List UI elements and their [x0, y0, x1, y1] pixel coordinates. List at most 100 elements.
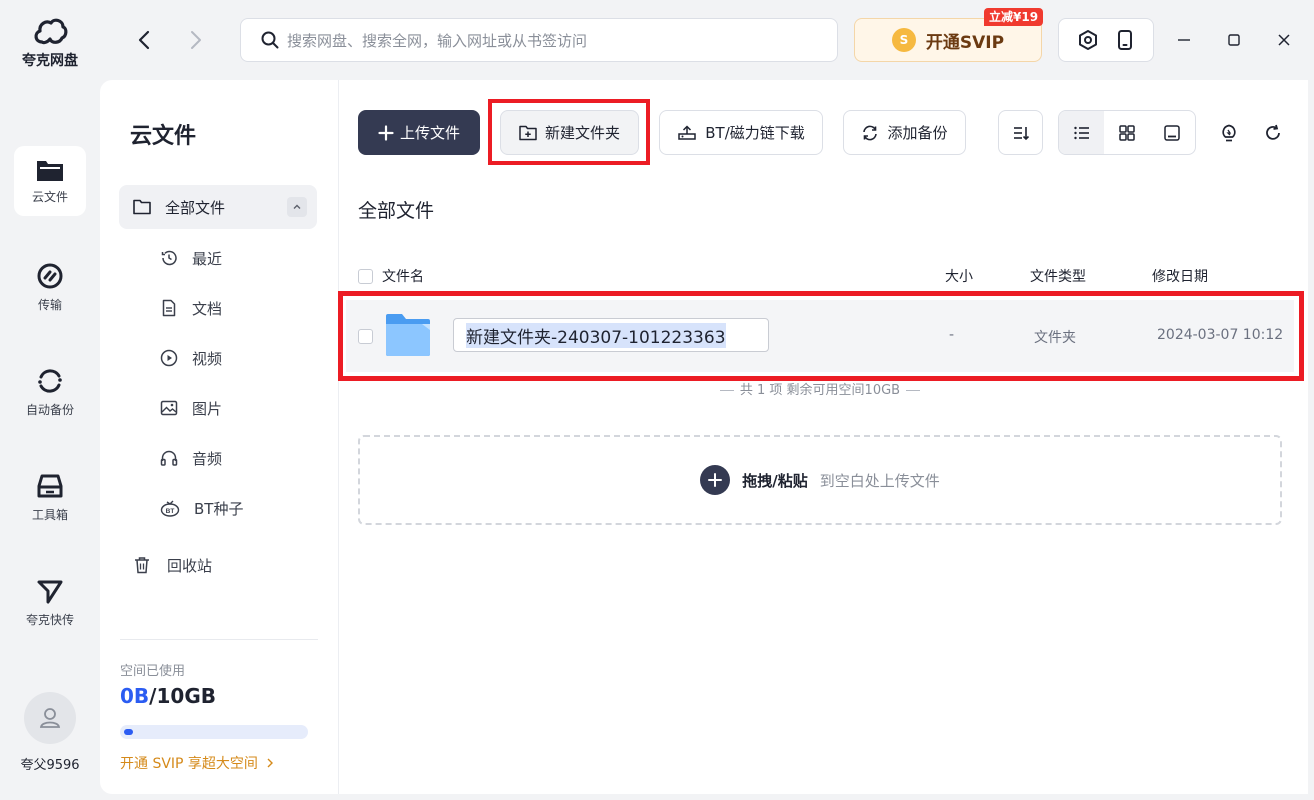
highlight-box-new-row — [338, 291, 1304, 381]
storage-used: 0B — [120, 684, 150, 708]
maximize-button[interactable] — [1222, 28, 1246, 52]
breadcrumb[interactable]: 全部文件 — [358, 196, 434, 223]
search-input[interactable]: 搜索网盘、搜索全网，输入网址或从书签访问 — [240, 18, 838, 62]
dropzone-plus-icon — [700, 465, 731, 495]
maximize-icon — [1228, 34, 1240, 46]
sidebar-item-label: 全部文件 — [165, 198, 226, 217]
sidebar-item-all-files[interactable]: 全部文件 — [119, 185, 317, 229]
rail-item-label: 工具箱 — [31, 507, 68, 522]
sidebar-item-recent[interactable]: 最近 — [160, 246, 222, 270]
sidebar-item-documents[interactable]: 文档 — [160, 296, 222, 320]
upsell-label: 开通 SVIP 享超大空间 — [120, 756, 258, 772]
column-header-size[interactable]: 大小 — [945, 266, 973, 286]
user-icon — [39, 708, 61, 728]
dropzone-hint: 到空白处上传文件 — [819, 471, 940, 490]
sidebar-item-images[interactable]: 图片 — [160, 396, 222, 420]
app-logo: 夸克网盘 — [0, 16, 100, 70]
toolbox-icon — [37, 474, 63, 497]
sidebar-title: 云文件 — [130, 124, 197, 149]
list-view-button[interactable] — [1059, 111, 1105, 154]
sort-icon — [1013, 126, 1029, 140]
rail-item-toolbox[interactable]: 工具箱 — [14, 462, 86, 532]
highlight-box-new-folder — [488, 99, 650, 165]
app-name: 夸克网盘 — [22, 53, 78, 69]
preview-view-button[interactable] — [1150, 111, 1195, 154]
cloud-logo-icon — [34, 18, 68, 45]
search-icon — [261, 31, 279, 49]
storage-progress-track — [120, 725, 308, 739]
svg-text:BT: BT — [166, 508, 175, 515]
document-icon — [162, 299, 176, 317]
rail-item-label: 传输 — [37, 297, 62, 312]
add-backup-label: 添加备份 — [887, 124, 948, 142]
rail-item-label: 夸克快传 — [25, 612, 74, 627]
bt-magnet-download-button[interactable]: BT/磁力链下载 — [659, 110, 823, 155]
phone-icon — [1117, 30, 1132, 50]
sidebar-item-video[interactable]: 视频 — [160, 346, 222, 370]
sidebar-item-label: 回收站 — [167, 556, 213, 575]
minimize-button[interactable] — [1172, 28, 1196, 52]
tips-button[interactable] — [1217, 121, 1241, 145]
sidebar-item-label: 视频 — [192, 349, 223, 368]
refresh-button[interactable] — [1261, 121, 1285, 145]
username[interactable]: 夸父9596 — [0, 754, 100, 773]
gear-icon — [1078, 30, 1097, 50]
quick-send-icon — [37, 580, 63, 603]
grid-view-button[interactable] — [1104, 111, 1149, 154]
rail-item-auto-backup[interactable]: 自动备份 — [14, 357, 86, 427]
upload-dropzone[interactable]: 拖拽/粘贴 到空白处上传文件 — [358, 435, 1282, 525]
mobile-button[interactable] — [1114, 29, 1136, 51]
file-count-summary: 共 1 项 剩余可用空间10GB — [346, 379, 1294, 398]
video-icon — [160, 349, 178, 367]
storage-total: 10GB — [156, 684, 216, 708]
summary-text: 共 1 项 剩余可用空间10GB — [739, 383, 901, 398]
sidebar-item-label: BT种子 — [194, 499, 244, 518]
rail-item-cloud-files[interactable]: 云文件 — [14, 146, 86, 216]
transfer-icon — [37, 263, 63, 288]
add-backup-button[interactable]: 添加备份 — [843, 110, 966, 155]
svip-label: 开通SVIP — [925, 32, 1005, 53]
back-button[interactable] — [133, 28, 157, 52]
refresh-backup-icon — [863, 125, 878, 140]
storage-usage: 0B/10GB — [120, 684, 216, 708]
svip-upsell-link[interactable]: 开通 SVIP 享超大空间 — [120, 753, 276, 773]
select-all-checkbox[interactable] — [358, 269, 373, 284]
sidebar-item-label: 最近 — [192, 249, 223, 268]
close-button[interactable] — [1272, 28, 1296, 52]
close-icon — [1278, 34, 1290, 46]
column-header-modified[interactable]: 修改日期 — [1152, 266, 1208, 286]
sidebar-item-label: 文档 — [192, 299, 223, 318]
summary-dash-right — [906, 390, 921, 391]
column-header-name[interactable]: 文件名 — [382, 266, 424, 286]
auto-backup-icon — [38, 368, 62, 393]
upload-button[interactable]: 上传文件 — [358, 110, 480, 155]
storage-progress-fill — [124, 729, 133, 735]
search-placeholder: 搜索网盘、搜索全网，输入网址或从书签访问 — [287, 31, 588, 50]
lightbulb-icon — [1222, 124, 1236, 142]
sidebar-item-trash[interactable]: 回收站 — [133, 553, 212, 577]
dropzone-title: 拖拽/粘贴 — [742, 471, 808, 490]
column-header-type[interactable]: 文件类型 — [1030, 266, 1086, 286]
rail-item-transfer[interactable]: 传输 — [14, 252, 86, 322]
folder-outline-icon — [133, 199, 151, 215]
headphones-icon — [160, 450, 178, 466]
plus-icon — [378, 124, 394, 141]
sidebar-item-label: 图片 — [192, 399, 223, 418]
avatar[interactable] — [24, 692, 76, 744]
grid-view-icon — [1119, 124, 1135, 141]
chevron-right-icon — [191, 31, 201, 49]
settings-button[interactable] — [1077, 29, 1099, 51]
rail-item-quick-send[interactable]: 夸克快传 — [14, 567, 86, 637]
bt-download-label: BT/磁力链下载 — [705, 124, 805, 142]
discount-badge: 立减¥19 — [984, 8, 1044, 26]
image-icon — [160, 400, 178, 416]
titlebar-tools — [1058, 18, 1154, 62]
view-mode-group — [1058, 110, 1196, 155]
sidebar-item-audio[interactable]: 音频 — [160, 446, 222, 470]
collapse-button[interactable] — [287, 197, 307, 217]
svip-coin-icon: S — [891, 28, 916, 52]
folder-icon — [37, 160, 63, 181]
sidebar-item-bt-seed[interactable]: BT BT种子 — [160, 496, 243, 520]
sort-button[interactable] — [998, 110, 1043, 155]
forward-button[interactable] — [183, 28, 207, 52]
